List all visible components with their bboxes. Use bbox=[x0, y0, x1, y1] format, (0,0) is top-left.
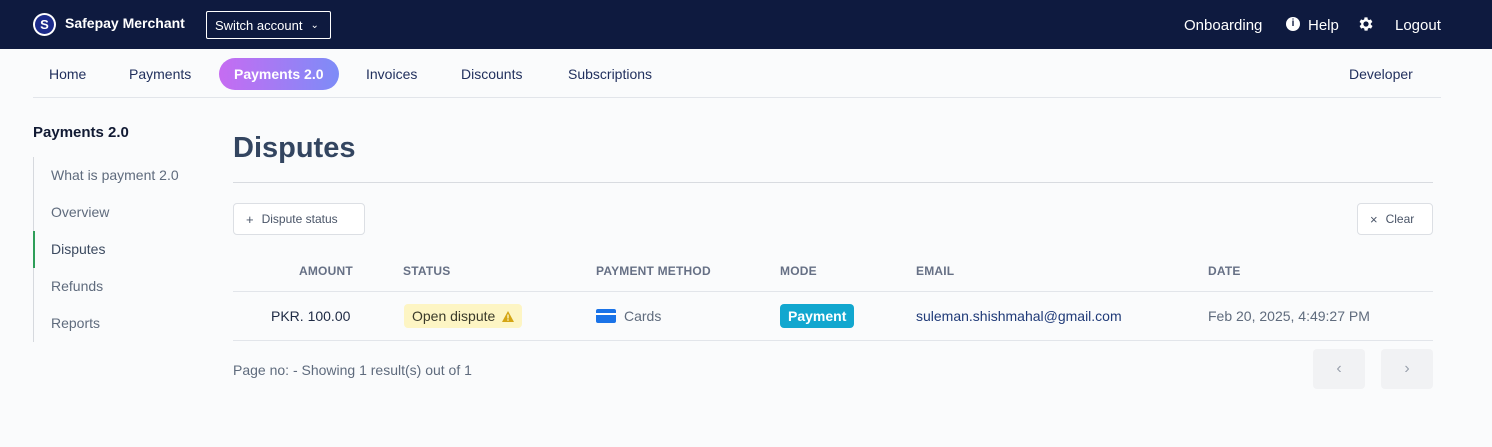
top-bar: S Safepay Merchant Switch account ⌄ Onbo… bbox=[0, 0, 1492, 49]
sidebar-item-what-is-payment-2[interactable]: What is payment 2.0 bbox=[34, 157, 203, 194]
cell-date: Feb 20, 2025, 4:49:27 PM bbox=[1208, 308, 1370, 324]
cell-amount: PKR. 100.00 bbox=[271, 308, 351, 324]
sidebar-item-reports[interactable]: Reports bbox=[34, 305, 203, 342]
switch-account-button[interactable]: Switch account ⌄ bbox=[206, 11, 331, 39]
clear-filter-button[interactable]: × Clear bbox=[1357, 203, 1433, 235]
table-header-divider bbox=[233, 291, 1433, 292]
sidebar-title: Payments 2.0 bbox=[33, 124, 129, 141]
cell-email[interactable]: suleman.shishmahal@gmail.com bbox=[916, 308, 1122, 324]
sidebar-menu: What is payment 2.0 Overview Disputes Re… bbox=[33, 157, 203, 342]
column-header-payment-method: PAYMENT METHOD bbox=[596, 264, 711, 278]
logo-icon[interactable]: S bbox=[33, 13, 56, 36]
dispute-status-filter-label: Dispute status bbox=[261, 212, 338, 226]
clear-filter-label: Clear bbox=[1385, 212, 1415, 226]
chevron-right-icon: › bbox=[1404, 360, 1410, 377]
dispute-status-filter-button[interactable]: + Dispute status bbox=[233, 203, 365, 235]
column-header-email: EMAIL bbox=[916, 264, 955, 278]
chevron-down-icon: ⌄ bbox=[310, 19, 319, 31]
pagination-summary: Page no: - Showing 1 result(s) out of 1 bbox=[233, 362, 472, 378]
table-row-divider bbox=[233, 340, 1433, 341]
nav-invoices[interactable]: Invoices bbox=[366, 58, 417, 90]
info-icon: i bbox=[1286, 17, 1300, 31]
nav-home[interactable]: Home bbox=[49, 58, 86, 90]
title-divider bbox=[233, 182, 1433, 183]
column-header-date: DATE bbox=[1208, 264, 1241, 278]
nav-developer[interactable]: Developer bbox=[1349, 58, 1413, 90]
status-badge: Open dispute bbox=[404, 304, 523, 328]
column-header-mode: MODE bbox=[780, 264, 817, 278]
mode-badge: Payment bbox=[780, 304, 855, 328]
nav-discounts[interactable]: Discounts bbox=[461, 58, 522, 90]
column-header-status: STATUS bbox=[403, 264, 451, 278]
next-page-button[interactable]: › bbox=[1381, 349, 1433, 389]
logout-link[interactable]: Logout bbox=[1395, 17, 1441, 34]
brand-name: Safepay Merchant bbox=[65, 15, 185, 31]
credit-card-icon bbox=[596, 309, 616, 323]
nav-payments-2[interactable]: Payments 2.0 bbox=[219, 58, 339, 90]
sidebar-item-disputes[interactable]: Disputes bbox=[33, 231, 203, 268]
nav-payments[interactable]: Payments bbox=[129, 58, 191, 90]
sidebar-item-refunds[interactable]: Refunds bbox=[34, 268, 203, 305]
plus-icon: + bbox=[246, 211, 254, 227]
gear-icon[interactable] bbox=[1357, 15, 1375, 33]
warning-icon bbox=[502, 310, 515, 322]
chevron-left-icon: ‹ bbox=[1336, 360, 1342, 377]
status-label: Open dispute bbox=[412, 308, 496, 324]
switch-account-label: Switch account bbox=[215, 17, 303, 33]
help-link[interactable]: Help bbox=[1308, 17, 1339, 34]
sidebar-item-overview[interactable]: Overview bbox=[34, 194, 203, 231]
main-nav: Home Payments Payments 2.0 Invoices Disc… bbox=[33, 58, 1441, 98]
page-title: Disputes bbox=[233, 132, 356, 164]
previous-page-button[interactable]: ‹ bbox=[1313, 349, 1365, 389]
logo-letter: S bbox=[35, 15, 54, 34]
cell-payment-method: Cards bbox=[624, 308, 662, 324]
onboarding-link[interactable]: Onboarding bbox=[1184, 17, 1262, 34]
close-icon: × bbox=[1370, 211, 1378, 227]
nav-subscriptions[interactable]: Subscriptions bbox=[568, 58, 652, 90]
column-header-amount: AMOUNT bbox=[299, 264, 353, 278]
